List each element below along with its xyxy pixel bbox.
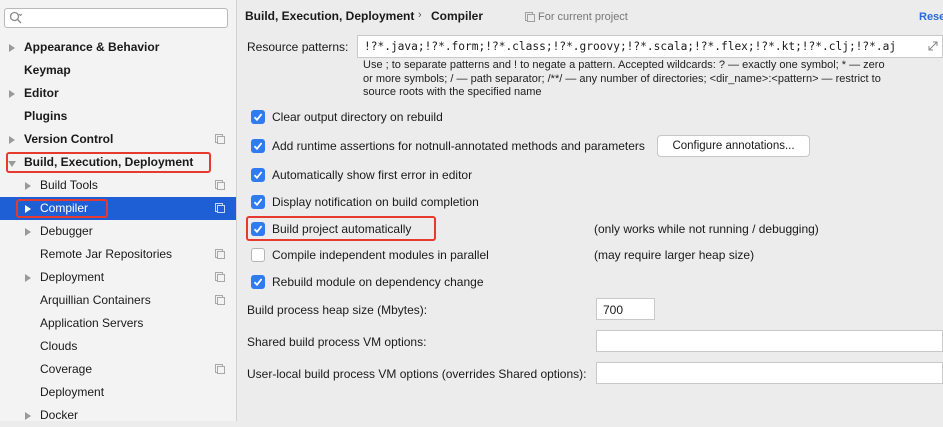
checkmark-icon [253,198,263,207]
expand-arrow-icon[interactable] [25,412,31,420]
tree-item-keymap[interactable]: Keymap [0,59,236,82]
tree-item-label: Clouds [40,339,78,353]
checkmark-icon [253,113,263,122]
shared-vm-options-label: Shared build process VM options: [247,335,427,349]
hint-line: source roots with the specified name [363,86,542,98]
page-title: Compiler [431,9,484,23]
tree-item-label: Appearance & Behavior [24,40,160,54]
shared-vm-options-input[interactable] [596,330,943,352]
hint-line: Use ; to separate patterns and ! to nega… [363,59,885,71]
tree-item-arquillian-containers[interactable]: Arquillian Containers [0,289,236,312]
tree-item-deployment-2[interactable]: Deployment [0,381,236,404]
tree-item-clouds[interactable]: Clouds [0,335,236,358]
configure-annotations-button[interactable]: Configure annotations... [657,135,810,157]
settings-sidebar: Appearance & Behavior Keymap Editor Plug… [0,0,237,422]
tree-item-label: Editor [24,86,59,100]
tree-item-label: Plugins [24,109,68,123]
tree-item-coverage[interactable]: Coverage [0,358,236,381]
tree-item-plugins[interactable]: Plugins [0,105,236,128]
project-scope-icon [215,295,225,305]
checkbox-checked[interactable] [251,195,265,209]
tree-item-remote-jar-repositories[interactable]: Remote Jar Repositories [0,243,236,266]
checkmark-icon [253,171,263,180]
tree-item-label: Deployment [40,270,105,284]
tree-item-label: Deployment [40,385,105,399]
hint-line: or more symbols; / — path separator; /**… [363,72,881,85]
checkmark-icon [253,225,263,234]
expand-arrow-icon[interactable] [9,44,15,52]
checkbox-checked[interactable] [251,222,265,236]
checkmark-icon [253,278,263,287]
tree-item-build-execution-deployment[interactable]: Build, Execution, Deployment [0,151,236,174]
checkbox-checked[interactable] [251,110,265,124]
tree-item-label: Coverage [40,362,93,376]
project-scope-icon [215,249,225,259]
tree-item-debugger[interactable]: Debugger [0,220,236,243]
checkbox-checked[interactable] [251,139,265,153]
tree-item-label: Application Servers [40,316,144,330]
checkbox-checked[interactable] [251,275,265,289]
checkbox-unchecked[interactable] [251,248,265,262]
expand-arrow-icon[interactable] [25,274,31,282]
tree-item-docker[interactable]: Docker [0,404,236,427]
option-label: Display notification on build completion [272,195,479,209]
search-icon [9,11,23,24]
breadcrumb-parent[interactable]: Build, Execution, Deployment [245,9,414,23]
project-scope-icon [525,12,535,22]
heap-size-value: 700 [603,303,624,317]
option-note: (may require larger heap size) [594,248,755,262]
option-label: Compile independent modules in parallel [272,248,489,262]
tree-item-appearance-behavior[interactable]: Appearance & Behavior [0,36,236,59]
tree-item-label: Version Control [24,132,114,146]
user-vm-options-label: User-local build process VM options (ove… [247,367,587,381]
option-label: Add runtime assertions for notnull-annot… [272,139,645,153]
tree-item-label: Docker [40,408,79,422]
option-label: Automatically show first error in editor [272,168,473,182]
reset-link[interactable]: Rese [919,11,943,23]
tree-item-label: Remote Jar Repositories [40,247,173,261]
expand-field-icon[interactable] [928,41,938,51]
expand-arrow-icon[interactable] [25,182,31,190]
tree-item-compiler[interactable]: Compiler [0,197,236,220]
tree-item-deployment[interactable]: Deployment [0,266,236,289]
tree-item-label: Build Tools [40,178,98,192]
resource-patterns-value: !?*.java;!?*.form;!?*.class;!?*.groovy;!… [364,40,897,53]
tree-item-version-control[interactable]: Version Control [0,128,236,151]
search-input[interactable] [4,8,228,28]
tree-item-label: Build, Execution, Deployment [24,155,194,169]
tree-item-application-servers[interactable]: Application Servers [0,312,236,335]
project-scope-icon [215,364,225,374]
collapse-arrow-icon[interactable] [8,161,16,167]
tree-item-label: Debugger [40,224,93,238]
tree-item-label: Arquillian Containers [40,293,151,307]
tree-item-build-tools[interactable]: Build Tools [0,174,236,197]
tree-item-label: Keymap [24,63,71,77]
project-scope-icon [215,272,225,282]
checkbox-checked[interactable] [251,168,265,182]
project-scope-icon [215,180,225,190]
heap-size-label: Build process heap size (Mbytes): [247,303,428,317]
option-label: Clear output directory on rebuild [272,110,443,124]
option-label: Rebuild module on dependency change [272,275,484,289]
checkmark-icon [253,142,263,151]
expand-arrow-icon[interactable] [9,136,15,144]
resource-patterns-input[interactable]: !?*.java;!?*.form;!?*.class;!?*.groovy;!… [357,35,943,58]
option-note: (only works while not running / debuggin… [594,222,819,236]
expand-arrow-icon[interactable] [25,228,31,236]
resource-patterns-label: Resource patterns: [247,40,349,54]
compiler-settings-panel: Build, Execution, Deployment › Compiler … [237,0,943,421]
user-vm-options-input[interactable] [596,362,943,384]
heap-size-input[interactable]: 700 [596,298,655,320]
tree-item-editor[interactable]: Editor [0,82,236,105]
expand-arrow-icon[interactable] [9,90,15,98]
expand-arrow-icon[interactable] [25,205,31,213]
resource-patterns-hint: Use ; to separate patterns and ! to nega… [363,59,937,100]
breadcrumb-separator: › [418,9,422,21]
project-scope-icon [215,203,225,213]
project-scope-icon [215,134,225,144]
scope-label: For current project [538,11,628,23]
option-label: Build project automatically [272,222,412,236]
tree-item-label: Compiler [40,201,89,215]
